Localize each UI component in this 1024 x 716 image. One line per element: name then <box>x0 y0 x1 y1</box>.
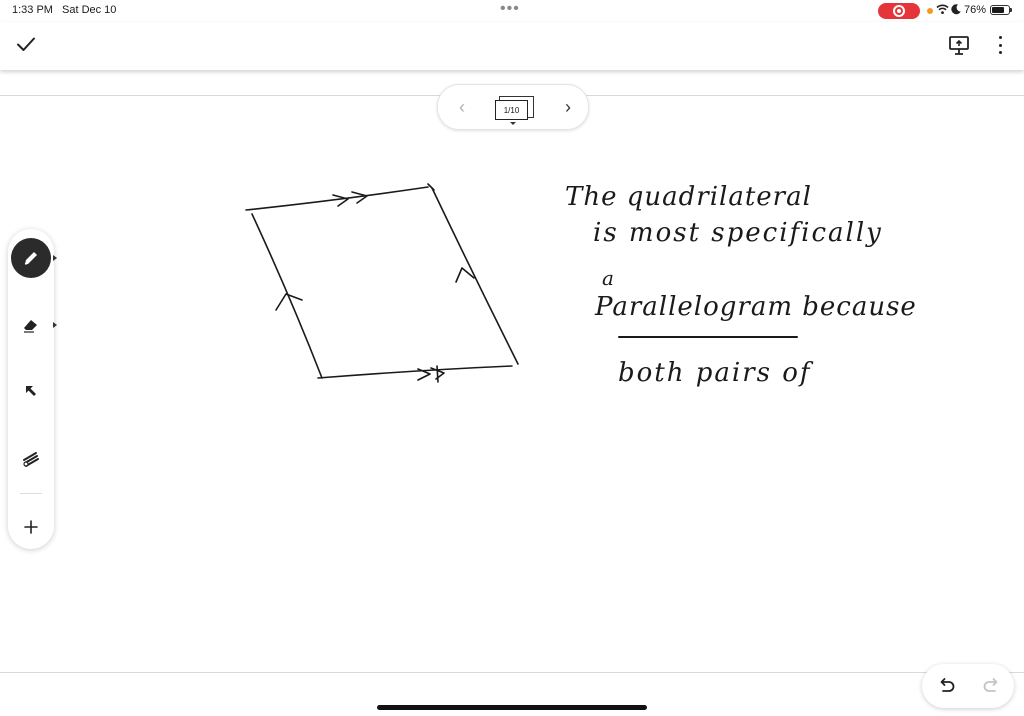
eraser-tool[interactable] <box>11 305 51 345</box>
battery-percent: 76% <box>964 4 987 16</box>
multitasking-dots-icon[interactable]: ••• <box>500 0 520 18</box>
add-tool[interactable] <box>11 507 51 547</box>
recording-icon[interactable] <box>878 3 920 19</box>
undo-redo-control <box>922 664 1014 708</box>
parallelogram-left-edge <box>251 213 323 379</box>
status-time: 1:33 PM <box>12 4 53 16</box>
parallelogram-underline <box>618 336 798 338</box>
note-line-3: a <box>602 266 614 290</box>
eraser-icon <box>24 320 37 333</box>
pen-icon <box>24 252 37 265</box>
arrow-pointer-icon <box>26 386 36 396</box>
checkmark-icon[interactable] <box>14 32 38 56</box>
present-icon[interactable] <box>948 34 970 56</box>
parallelogram-top-edge <box>245 186 429 211</box>
top-toolbar <box>0 22 1024 70</box>
page-menu-caret-icon[interactable] <box>510 122 516 125</box>
laser-pointer-icon <box>23 452 39 467</box>
redo-icon[interactable] <box>980 674 1004 698</box>
handwritten-notes: The quadrilateral is most specifically a… <box>560 180 980 400</box>
battery-icon <box>990 5 1012 15</box>
home-indicator[interactable] <box>377 705 647 710</box>
privacy-indicator-icon <box>927 8 933 14</box>
undo-icon[interactable] <box>934 674 958 698</box>
parallelogram-right-edge <box>431 187 519 365</box>
do-not-disturb-icon <box>951 4 961 15</box>
note-line-1: The quadrilateral <box>565 182 812 212</box>
page-navigator: ‹ 1/10 › <box>437 84 589 130</box>
tool-palette <box>8 229 57 549</box>
page-bottom-divider <box>0 672 1024 673</box>
note-line-2: is most specifically <box>593 218 883 248</box>
parallelogram-bottom-edge <box>317 365 513 379</box>
pen-tool[interactable] <box>11 238 51 278</box>
next-page-chevron-icon[interactable]: › <box>560 97 576 117</box>
select-tool[interactable] <box>11 371 51 411</box>
bottom-double-arrow-mark <box>417 365 445 383</box>
page-indicator[interactable]: 1/10 <box>495 100 528 120</box>
note-line-5: both pairs of <box>618 358 812 388</box>
status-date: Sat Dec 10 <box>62 4 117 16</box>
pen-options-caret-icon[interactable] <box>53 255 57 261</box>
wifi-icon <box>936 4 949 15</box>
eraser-options-caret-icon[interactable] <box>53 322 57 328</box>
plus-icon <box>24 520 38 534</box>
palette-divider <box>20 493 42 494</box>
laser-tool[interactable] <box>11 439 51 479</box>
status-bar: 1:33 PM Sat Dec 10 ••• 76% <box>0 0 1024 22</box>
note-line-4: Parallelogram because <box>595 292 917 322</box>
more-options-icon[interactable] <box>992 34 1008 56</box>
previous-page-chevron-icon[interactable]: ‹ <box>454 97 470 117</box>
